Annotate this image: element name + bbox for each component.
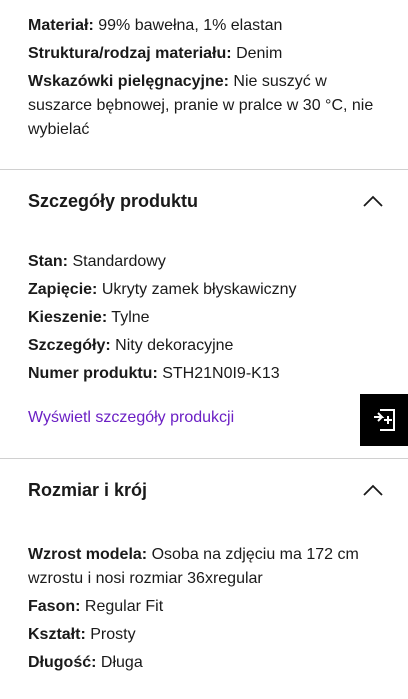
attr-value: Ukryty zamek błyskawiczny bbox=[101, 281, 297, 298]
attr-shape: Kształt: Prosty bbox=[28, 623, 380, 647]
attr-value: Tylne bbox=[111, 309, 150, 326]
attr-material: Materiał: 99% bawełna, 1% elastan bbox=[28, 14, 380, 38]
attr-value: 99% bawełna, 1% elastan bbox=[98, 17, 283, 34]
attr-key: Kształt: bbox=[28, 626, 86, 643]
attr-value: Regular Fit bbox=[84, 598, 164, 615]
product-details-list: Stan: Standardowy Zapięcie: Ukryty zamek… bbox=[0, 250, 408, 386]
section-title: Rozmiar i krój bbox=[28, 479, 148, 500]
chevron-up-icon bbox=[362, 194, 384, 208]
attr-key: Fason: bbox=[28, 598, 81, 615]
attr-key: Długość: bbox=[28, 654, 97, 671]
materials-list: Materiał: 99% bawełna, 1% elastan Strukt… bbox=[0, 0, 408, 142]
attr-fastening: Zapięcie: Ukryty zamek błyskawiczny bbox=[28, 278, 380, 302]
attr-value: STH21N0I9-K13 bbox=[162, 365, 280, 382]
attr-condition: Stan: Standardowy bbox=[28, 250, 380, 274]
section-title: Szczegóły produktu bbox=[28, 190, 199, 211]
attr-value: Długa bbox=[100, 654, 143, 671]
attr-product-number: Numer produktu: STH21N0I9-K13 bbox=[28, 362, 380, 386]
attr-details: Szczegóły: Nity dekoracyjne bbox=[28, 334, 380, 358]
chevron-up-icon bbox=[362, 483, 384, 497]
attr-pockets: Kieszenie: Tylne bbox=[28, 306, 380, 330]
share-button[interactable] bbox=[360, 394, 408, 446]
attr-key: Materiał: bbox=[28, 17, 94, 34]
size-fit-list: Wzrost modela: Osoba na zdjęciu ma 172 c… bbox=[0, 543, 408, 675]
size-fit-header[interactable]: Rozmiar i krój bbox=[0, 459, 408, 521]
view-production-details-link[interactable]: Wyświetl szczegóły produkcji bbox=[0, 406, 408, 430]
attr-key: Struktura/rodzaj materiału: bbox=[28, 45, 232, 62]
product-info-page: Materiał: 99% bawełna, 1% elastan Strukt… bbox=[0, 0, 408, 699]
product-details-header[interactable]: Szczegóły produktu bbox=[0, 170, 408, 232]
attr-key: Wzrost modela: bbox=[28, 546, 148, 563]
attr-key: Kieszenie: bbox=[28, 309, 108, 326]
attr-model-height: Wzrost modela: Osoba na zdjęciu ma 172 c… bbox=[28, 543, 380, 591]
attr-key: Stan: bbox=[28, 253, 68, 270]
attr-structure: Struktura/rodzaj materiału: Denim bbox=[28, 42, 380, 66]
attr-value: Prosty bbox=[90, 626, 136, 643]
share-arrow-icon bbox=[374, 409, 395, 431]
attr-key: Zapięcie: bbox=[28, 281, 98, 298]
attr-value: Denim bbox=[236, 45, 283, 62]
attr-fit: Fason: Regular Fit bbox=[28, 595, 380, 619]
attr-care: Wskazówki pielęgnacyjne: Nie suszyć w su… bbox=[28, 70, 380, 142]
attr-key: Szczegóły: bbox=[28, 337, 111, 354]
attr-length: Długość: Długa bbox=[28, 651, 380, 675]
attr-value: Nity dekoracyjne bbox=[115, 337, 234, 354]
attr-value: Standardowy bbox=[72, 253, 166, 270]
attr-key: Wskazówki pielęgnacyjne: bbox=[28, 73, 229, 90]
attr-key: Numer produktu: bbox=[28, 365, 158, 382]
